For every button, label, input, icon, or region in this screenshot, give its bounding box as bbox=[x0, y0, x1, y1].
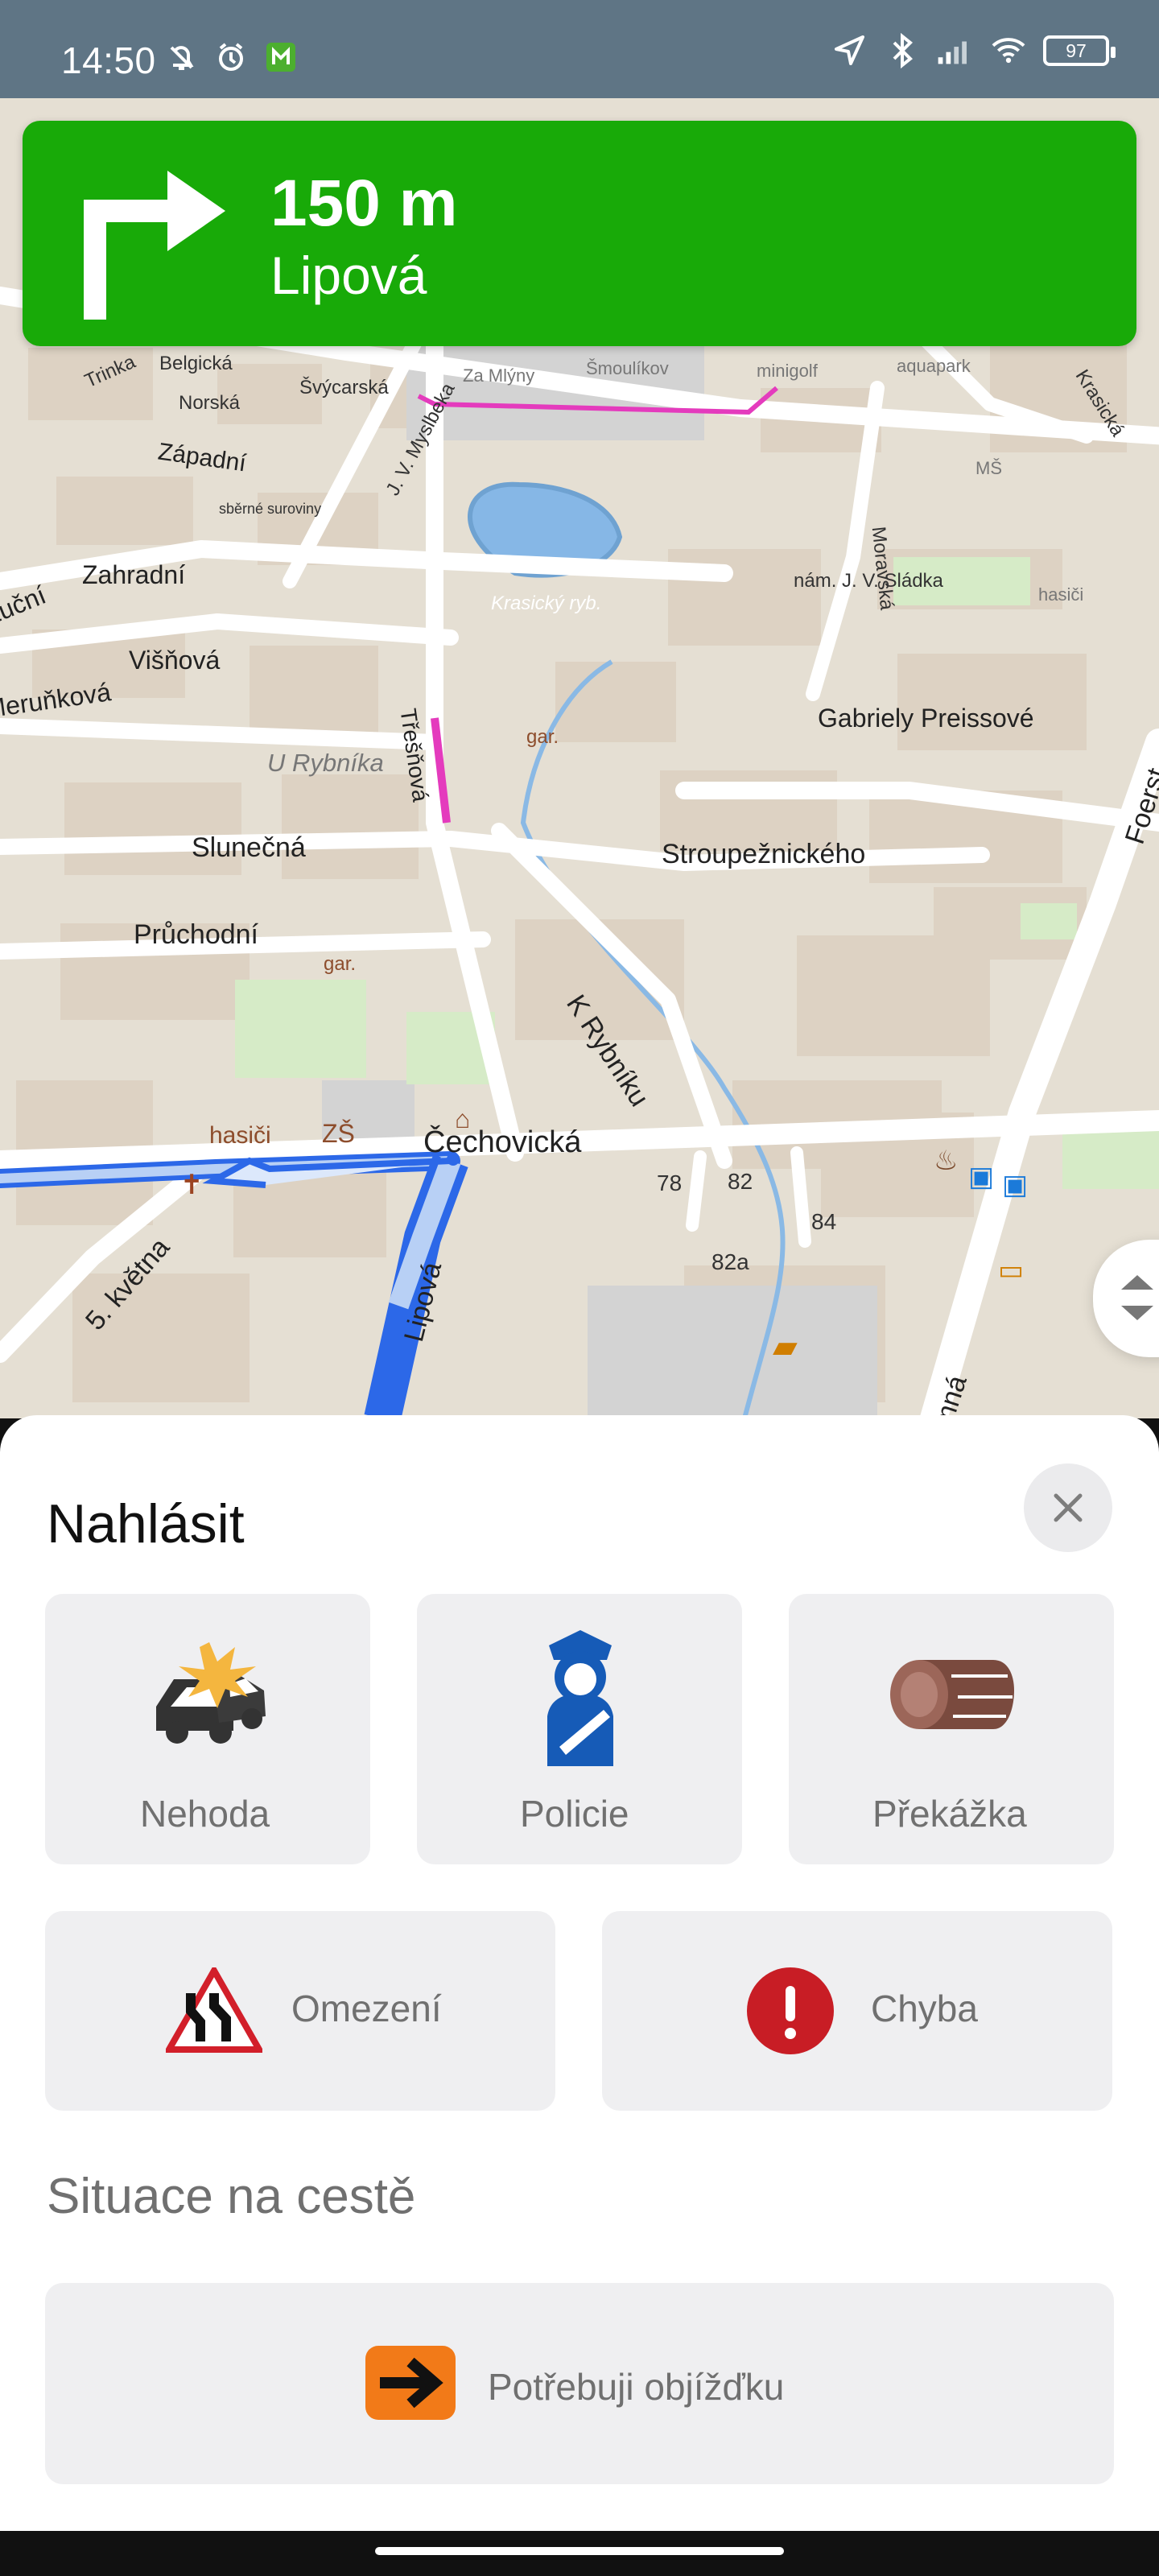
home-indicator[interactable] bbox=[375, 2547, 784, 2555]
bus-stop-icon: ▣ bbox=[968, 1162, 995, 1192]
map-label-pruchodni: Průchodní bbox=[134, 919, 258, 950]
map-label-gar-south: gar. bbox=[324, 953, 357, 975]
need-detour-label: Potřebuji objížďku bbox=[488, 2366, 785, 2408]
report-panel: Nahlásit Nehoda Policie Překážka Omezení… bbox=[0, 1415, 1159, 2531]
close-button[interactable] bbox=[1024, 1463, 1112, 1552]
report-obstacle-button[interactable]: Překážka bbox=[789, 1594, 1114, 1864]
error-icon bbox=[747, 1967, 834, 2054]
map-label-norska: Norská bbox=[179, 392, 241, 414]
fuel-station-icon: ▰ bbox=[773, 1329, 798, 1364]
map-label-nam-jv-sladka: nám. J. V. Sládka bbox=[794, 570, 943, 592]
police-officer-icon bbox=[547, 1630, 613, 1766]
report-restriction-button[interactable]: Omezení bbox=[45, 1911, 555, 2111]
report-panel-title: Nahlásit bbox=[47, 1493, 245, 1554]
next-turn-distance: 150 m bbox=[270, 167, 458, 240]
map-label-cechovicka: Čechovická bbox=[423, 1125, 582, 1159]
mapy-app-icon bbox=[262, 39, 299, 76]
report-accident-button[interactable]: Nehoda bbox=[45, 1594, 370, 1864]
report-error-label: Chyba bbox=[871, 1988, 978, 2029]
status-system-icons: 97 bbox=[831, 32, 1116, 69]
map-label-belgicka: Belgická bbox=[159, 353, 233, 374]
close-icon bbox=[1054, 1493, 1083, 1522]
school-map-icon: ⌂ bbox=[455, 1104, 471, 1133]
map-label-u-rybnika: U Rybníka bbox=[267, 749, 384, 777]
map-label-minigolf: minigolf bbox=[757, 361, 818, 381]
map-label-hasici: hasiči bbox=[209, 1122, 271, 1149]
bluetooth-icon bbox=[884, 32, 921, 69]
map-label-smoulikov: Šmoulíkov bbox=[586, 358, 669, 378]
detour-arrow-icon bbox=[365, 2346, 456, 2420]
cross-map-icon: ✝ bbox=[180, 1170, 204, 1200]
battery-indicator: 97 bbox=[1043, 35, 1116, 66]
map-label-za-mlyny: Za Mlýny bbox=[463, 365, 535, 386]
turn-right-icon bbox=[84, 171, 225, 320]
map-label-visnova: Višňová bbox=[129, 646, 221, 675]
road-narrowing-icon bbox=[166, 1967, 262, 2053]
status-time: 14:50 bbox=[61, 39, 156, 81]
report-obstacle-label: Překážka bbox=[872, 1793, 1027, 1835]
map-label-sberne-suroviny: sběrné suroviny bbox=[219, 501, 322, 517]
orientation-arrows-icon bbox=[1121, 1275, 1153, 1320]
map-label-ms: MŠ bbox=[975, 458, 1002, 478]
signal-icon bbox=[937, 32, 974, 69]
map-label-zahradni: Zahradní bbox=[82, 560, 186, 589]
map-label-hasici-top: hasiči bbox=[1038, 584, 1084, 605]
report-police-label: Policie bbox=[520, 1793, 629, 1835]
map-label-84: 84 bbox=[811, 1209, 837, 1234]
map-orientation-button[interactable] bbox=[1093, 1240, 1159, 1357]
road-situation-title: Situace na cestě bbox=[47, 2169, 416, 2224]
report-restriction-label: Omezení bbox=[291, 1988, 442, 2029]
map-label-stroupeznickeho: Stroupežnického bbox=[662, 839, 866, 869]
bus-icon: ▣ bbox=[1002, 1170, 1029, 1200]
car-crash-icon bbox=[156, 1642, 266, 1744]
navigation-banner[interactable]: 150 m Lipová bbox=[23, 121, 1136, 346]
map-label-82a: 82a bbox=[711, 1249, 749, 1274]
alarm-icon bbox=[212, 39, 250, 76]
map-label-aquapark: aquapark bbox=[897, 356, 971, 376]
report-police-button[interactable]: Policie bbox=[417, 1594, 742, 1864]
muted-bell-icon bbox=[163, 39, 200, 76]
status-bar: 14:50 97 bbox=[0, 0, 1159, 98]
status-notification-icons bbox=[163, 39, 299, 76]
map-label-gar-north: gar. bbox=[526, 726, 559, 748]
pub-map-icon: ♨ bbox=[934, 1146, 959, 1176]
map-label-zs: ZŠ bbox=[322, 1119, 355, 1148]
report-error-button[interactable]: Chyba bbox=[602, 1911, 1112, 2111]
location-arrow-icon bbox=[831, 32, 868, 69]
map-label-gabriely-preissove: Gabriely Preissové bbox=[818, 704, 1034, 733]
report-accident-label: Nehoda bbox=[140, 1793, 270, 1835]
log-obstacle-icon bbox=[890, 1660, 1014, 1729]
shopping-basket-icon: ▭ bbox=[998, 1255, 1025, 1286]
need-detour-button[interactable]: Potřebuji objížďku bbox=[45, 2283, 1114, 2484]
wifi-icon bbox=[990, 32, 1027, 69]
next-turn-street: Lipová bbox=[270, 246, 427, 305]
map-label-svycarska: Švýcarská bbox=[299, 377, 389, 398]
map-label-82: 82 bbox=[728, 1169, 753, 1194]
map-label-krasicky-ryb: Krasický ryb. bbox=[491, 592, 602, 614]
map-label-slunecna: Slunečná bbox=[192, 832, 306, 863]
map-label-78: 78 bbox=[657, 1170, 683, 1195]
